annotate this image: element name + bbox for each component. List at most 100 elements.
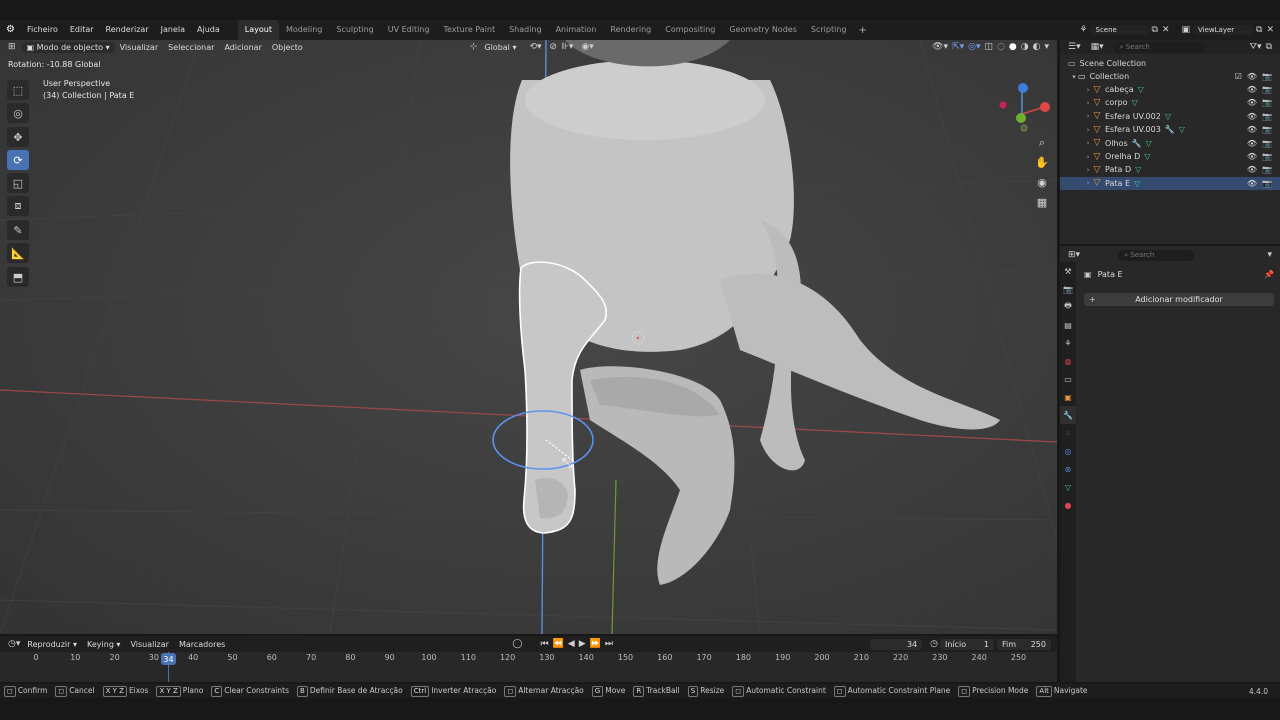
object-expand-icon[interactable]: › <box>1084 166 1092 174</box>
pivot-icon[interactable]: ⟲▾ <box>527 42 543 52</box>
render-tab-icon[interactable]: 📷 <box>1060 280 1076 298</box>
tab-animation[interactable]: Animation <box>549 20 604 40</box>
play-icon[interactable]: ▶ <box>577 639 588 649</box>
outliner-item[interactable]: › ▽ Esfera UV.002 ▽ 👁 📷 <box>1060 110 1280 123</box>
shading-material-icon[interactable]: ◑ <box>1019 42 1031 52</box>
current-frame-field[interactable]: 34 <box>870 638 923 650</box>
object-eye-icon[interactable]: 👁 <box>1247 125 1257 134</box>
properties-search-input[interactable]: ⌕ Search <box>1118 249 1195 261</box>
3d-viewport[interactable]: ⤡ ⌕ ✋ ◉ ▦ <box>0 40 1057 634</box>
viewlayer-selector[interactable]: ViewLayer <box>1192 25 1255 35</box>
shading-rendered-icon[interactable]: ◐ <box>1031 42 1043 52</box>
object-camera-icon[interactable]: 📷 <box>1262 125 1272 134</box>
tab-shading[interactable]: Shading <box>502 20 549 40</box>
object-camera-icon[interactable]: 📷 <box>1262 165 1272 174</box>
outliner-editor-icon[interactable]: ☰▾ <box>1066 42 1083 52</box>
properties-options-icon[interactable]: ▾ <box>1265 250 1274 260</box>
remove-scene-icon[interactable]: ✕ <box>1160 25 1172 35</box>
new-collection-icon[interactable]: ⧉ <box>1264 42 1274 52</box>
menu-janela[interactable]: Janela <box>155 20 191 40</box>
zoom-icon[interactable]: ⌕ <box>1034 135 1050 151</box>
shading-wireframe-icon[interactable]: ◌ <box>995 42 1007 52</box>
collection-camera-icon[interactable]: 📷 <box>1262 72 1272 81</box>
tab-layout[interactable]: Layout <box>237 20 279 40</box>
timeline-editor-icon[interactable]: ◷▾ <box>6 639 22 649</box>
tab-geometry-nodes[interactable]: Geometry Nodes <box>722 20 803 40</box>
tab-modeling[interactable]: Modeling <box>279 20 329 40</box>
remove-viewlayer-icon[interactable]: ✕ <box>1264 25 1276 35</box>
navigation-gizmo[interactable] <box>999 83 1051 132</box>
viewlayer-icon[interactable]: ▣ <box>1180 25 1193 35</box>
preview-range-icon[interactable]: ◷ <box>928 639 940 649</box>
scene-icon[interactable]: ⚘ <box>1077 25 1089 35</box>
pan-hand-icon[interactable]: ✋ <box>1034 154 1050 170</box>
end-frame-field[interactable]: Fim 250 <box>997 638 1051 650</box>
collection-expand-icon[interactable]: ▾ <box>1070 73 1078 81</box>
object-camera-icon[interactable]: 📷 <box>1262 152 1272 161</box>
new-scene-icon[interactable]: ⧉ <box>1150 25 1160 35</box>
menu-keying[interactable]: Keying ▾ <box>82 640 125 649</box>
outliner-item[interactable]: › ▽ Pata E ▽ 👁 📷 <box>1060 176 1280 190</box>
scene-selector[interactable]: Scene <box>1089 25 1150 35</box>
add-cube-tool-icon[interactable]: ⬒ <box>7 267 29 287</box>
playhead-frame-badge[interactable]: 34 <box>161 653 176 665</box>
menu-objecto[interactable]: Objecto <box>267 43 308 52</box>
object-camera-icon[interactable]: 📷 <box>1262 139 1272 148</box>
object-expand-icon[interactable]: › <box>1084 99 1092 107</box>
object-expand-icon[interactable]: › <box>1084 153 1092 161</box>
outliner-item[interactable]: › ▽ corpo ▽ 👁 📷 <box>1060 96 1280 109</box>
object-expand-icon[interactable]: › <box>1084 86 1092 94</box>
blender-logo-icon[interactable]: ⚙ <box>0 20 21 40</box>
outliner-item[interactable]: › ▽ cabeça ▽ 👁 📷 <box>1060 83 1280 96</box>
object-tab-icon[interactable]: ▣ <box>1060 388 1076 406</box>
menu-seleccionar[interactable]: Seleccionar <box>163 43 219 52</box>
start-frame-field[interactable]: Início 1 <box>940 638 994 650</box>
editor-type-icon[interactable]: ⊞ <box>6 42 18 52</box>
outliner-item[interactable]: › ▽ Orelha D ▽ 👁 📷 <box>1060 150 1280 163</box>
transform-orientation-icon[interactable]: ⊹ <box>468 42 480 52</box>
cursor-tool-icon[interactable]: ◎ <box>7 103 29 123</box>
tab-rendering[interactable]: Rendering <box>603 20 658 40</box>
collection-tab-icon[interactable]: ▭ <box>1060 370 1076 388</box>
object-expand-icon[interactable]: › <box>1084 139 1092 147</box>
object-eye-icon[interactable]: 👁 <box>1247 85 1257 94</box>
menu-adicionar[interactable]: Adicionar <box>219 43 266 52</box>
rotate-tool-icon[interactable]: ⟳ <box>7 150 29 170</box>
pin-icon[interactable]: 📌 <box>1264 270 1274 279</box>
outliner-collection[interactable]: ▾ ▭ Collection ☑ 👁 📷 <box>1060 70 1280 83</box>
shading-options-icon[interactable]: ▾ <box>1042 42 1051 52</box>
collection-checkbox-icon[interactable]: ☑ <box>1235 72 1242 81</box>
outliner-item[interactable]: › ▽ Olhos 🔧 ▽ 👁 📷 <box>1060 137 1280 150</box>
jump-start-icon[interactable]: ⏮ <box>538 639 550 649</box>
filter-icon[interactable]: ⛛▾ <box>1247 42 1263 52</box>
outliner-search-input[interactable]: ⌕ Search <box>1113 41 1206 53</box>
object-eye-icon[interactable]: 👁 <box>1247 112 1257 121</box>
physics-tab-icon[interactable]: ◎ <box>1060 442 1076 460</box>
scene-tab-icon[interactable]: ⚘ <box>1060 334 1076 352</box>
outliner-item[interactable]: › ▽ Pata D ▽ 👁 📷 <box>1060 163 1280 176</box>
scale-tool-icon[interactable]: ◱ <box>7 173 29 193</box>
new-viewlayer-icon[interactable]: ⧉ <box>1254 25 1264 35</box>
add-workspace-icon[interactable]: + <box>853 25 871 36</box>
tab-compositing[interactable]: Compositing <box>658 20 722 40</box>
transform-tool-icon[interactable]: ⧈ <box>7 196 29 216</box>
menu-visualizar-timeline[interactable]: Visualizar <box>125 640 174 649</box>
add-modifier-button[interactable]: + Adicionar modificador <box>1084 293 1274 306</box>
outliner-scene-collection[interactable]: ▭ Scene Collection <box>1060 57 1280 70</box>
object-expand-icon[interactable]: › <box>1084 179 1092 187</box>
perspective-toggle-icon[interactable]: ▦ <box>1034 194 1050 210</box>
tab-texture-paint[interactable]: Texture Paint <box>436 20 502 40</box>
orientation-dropdown[interactable]: Global ▾ <box>479 43 521 52</box>
tab-uv-editing[interactable]: UV Editing <box>381 20 437 40</box>
mode-dropdown[interactable]: ▣ Modo de objecto ▾ <box>21 41 115 53</box>
tab-scripting[interactable]: Scripting <box>804 20 854 40</box>
menu-renderizar[interactable]: Renderizar <box>100 20 155 40</box>
camera-view-icon[interactable]: ◉ <box>1034 174 1050 190</box>
shading-solid-icon[interactable]: ● <box>1007 42 1019 52</box>
snap-icon[interactable]: ⊘ <box>548 42 560 52</box>
jump-end-icon[interactable]: ⏭ <box>603 639 615 649</box>
world-tab-icon[interactable]: ◍ <box>1060 352 1076 370</box>
auto-keying-icon[interactable]: ◯ <box>510 639 524 649</box>
view-layer-tab-icon[interactable]: ▤ <box>1060 316 1076 334</box>
object-eye-icon[interactable]: 👁 <box>1247 179 1257 188</box>
